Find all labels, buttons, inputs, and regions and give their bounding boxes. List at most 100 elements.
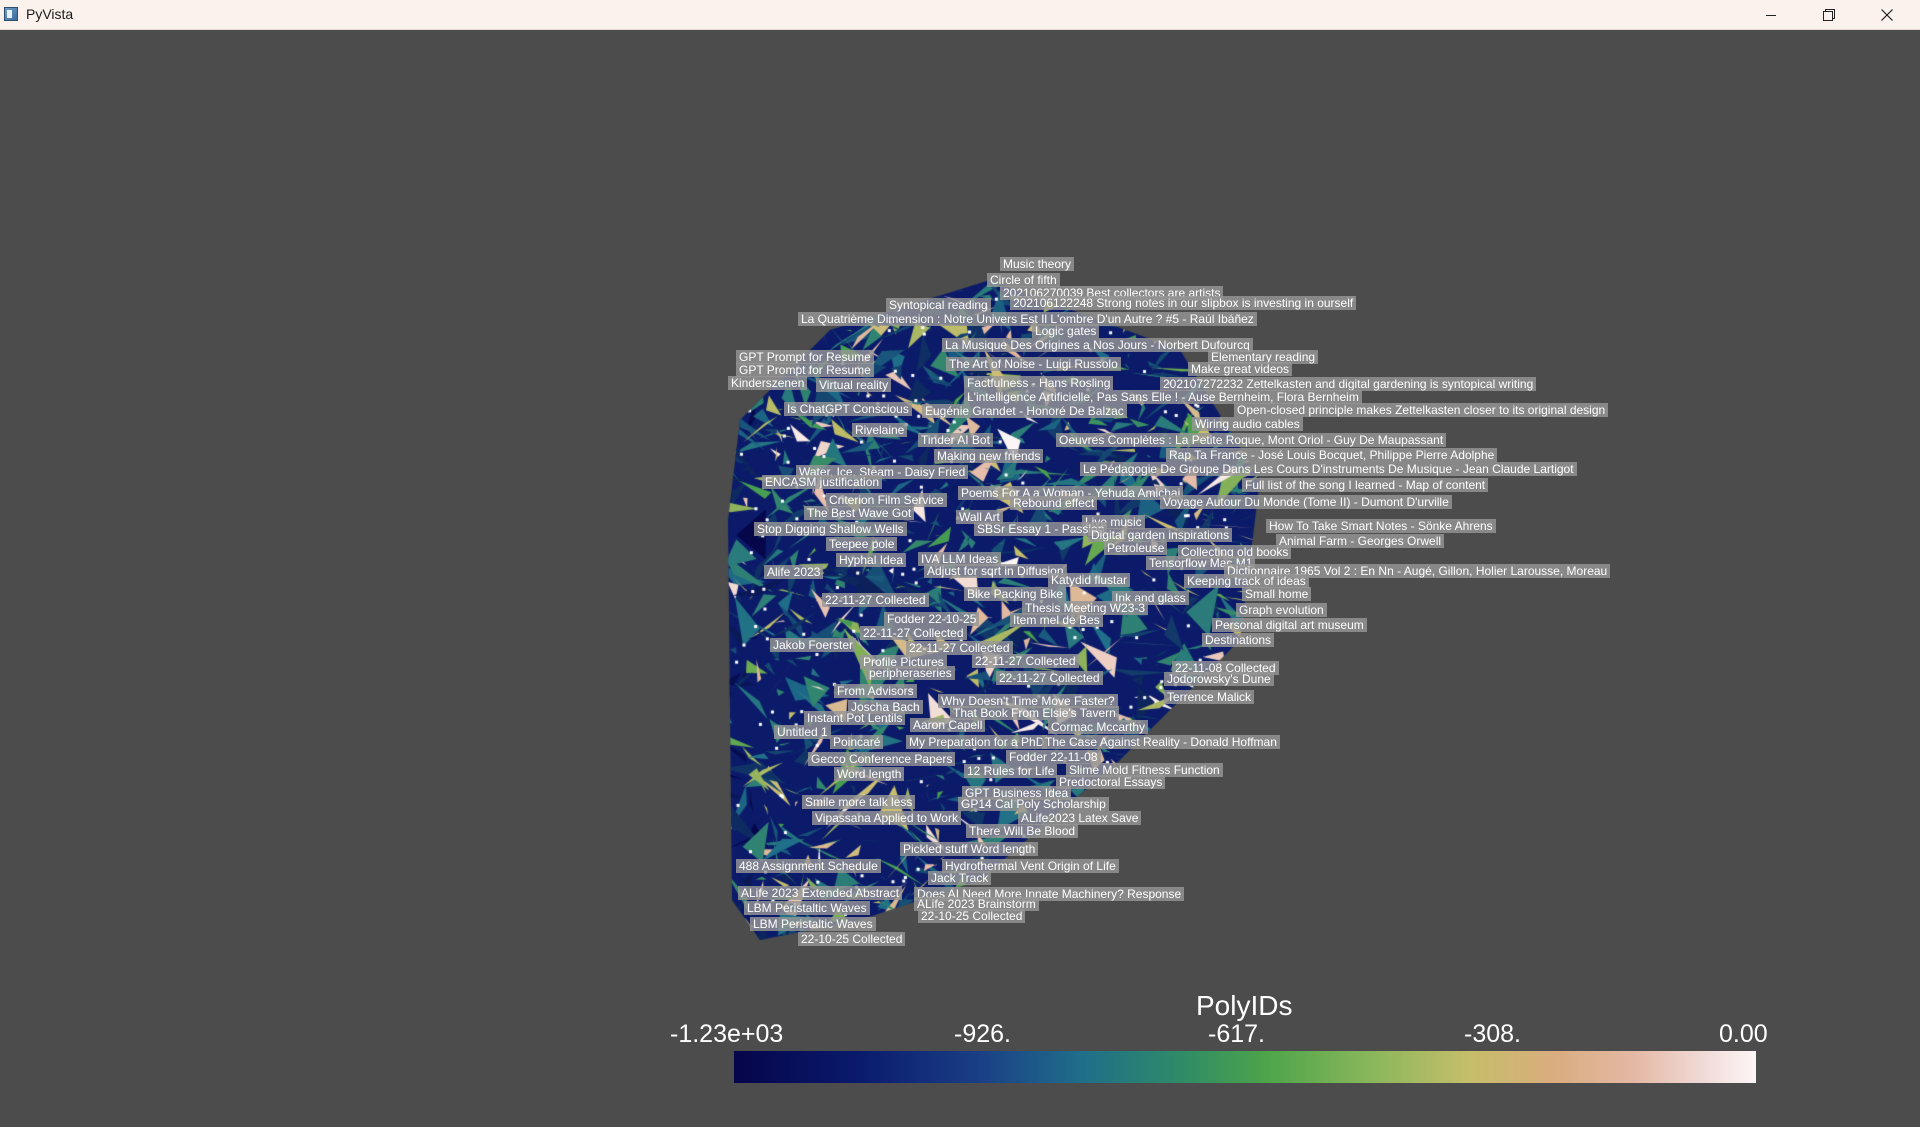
node-label: 488 Assignment Schedule xyxy=(736,859,881,873)
node-label: Jack Track xyxy=(928,871,992,885)
node-label: Keeping track of ideas xyxy=(1184,574,1309,588)
node-label: Hyphal Idea xyxy=(836,553,907,567)
node-label: Factfulness - Hans Rosling xyxy=(964,376,1114,390)
node-label: 22-11-27 Collected xyxy=(972,654,1079,668)
scalar-bar-tick: -926. xyxy=(954,1020,1011,1048)
node-label: From Advisors xyxy=(834,684,917,698)
node-label: ENCASM justification xyxy=(762,475,883,489)
node-label: My Preparation for a PhD xyxy=(906,735,1048,749)
node-label: Oeuvres Complètes : La Petite Roque, Mon… xyxy=(1056,433,1447,447)
node-label: Fodder 22-11-08 xyxy=(1006,750,1101,764)
close-button[interactable] xyxy=(1858,0,1916,29)
scalar-bar-tick: -617. xyxy=(1208,1020,1265,1048)
restore-button[interactable] xyxy=(1800,0,1858,29)
node-label: Destinations xyxy=(1202,633,1275,647)
node-label: There Will Be Blood xyxy=(966,824,1079,838)
node-label: Personal digital art museum xyxy=(1212,618,1367,632)
node-label: Adjust for sqrt in Diffusion xyxy=(924,564,1067,578)
node-label: Teepee pole xyxy=(826,537,898,551)
node-label: L'intelligence Artificielle, Pas Sans El… xyxy=(964,390,1362,404)
node-label: Poincaré xyxy=(830,735,884,749)
node-label: Bike Packing Bike xyxy=(964,587,1067,601)
node-label: 22-11-27 Collected xyxy=(996,671,1103,685)
node-label: GP14 Cal Poly Scholarship xyxy=(958,797,1109,811)
node-label: Pickled stuff Word length xyxy=(900,842,1039,856)
node-label: La Musique Des Origines a Nos Jours - No… xyxy=(942,338,1253,352)
node-label: Rivelaine xyxy=(852,423,908,437)
node-label: 12 Rules for Life xyxy=(964,764,1058,778)
pyvista-app-icon xyxy=(4,7,18,21)
node-label: Jakob Foerster xyxy=(770,638,857,652)
node-label: Predoctoral Essays xyxy=(1056,775,1166,789)
scalar-bar-title: PolyIDs xyxy=(1196,990,1293,1021)
node-label: 202106122248 Strong notes in our slipbox… xyxy=(1010,296,1357,310)
node-label: Smile more talk less xyxy=(802,795,916,809)
mesh-surface[interactable] xyxy=(0,30,1920,1127)
minimize-button[interactable] xyxy=(1742,0,1800,29)
node-label: ALife 2023 Extended Abstract xyxy=(738,886,903,900)
node-label: Gecco Conference Papers xyxy=(808,752,956,766)
node-label: The Art of Noise - Luigi Russolo xyxy=(946,357,1121,371)
node-label: Rebound effect xyxy=(1010,496,1098,510)
node-label: 22-10-25 Collected xyxy=(798,932,906,946)
node-label: GPT Prompt for Resume xyxy=(736,363,874,377)
node-label: LBM Peristaltic Waves xyxy=(750,917,876,931)
node-label: Syntopical reading xyxy=(886,298,991,312)
node-label: 22-11-27 Collected xyxy=(906,641,1013,655)
node-label: Make great videos xyxy=(1188,362,1293,376)
node-label: Rap Ta France - José Louis Bocquet, Phil… xyxy=(1166,448,1498,462)
node-label: Item mel de Bes xyxy=(1010,613,1103,627)
window-titlebar[interactable]: PyVista xyxy=(0,0,1920,30)
window-title: PyVista xyxy=(26,6,74,22)
node-label: Circle of fifth xyxy=(987,273,1060,287)
node-label: GPT Prompt for Resume xyxy=(736,350,874,364)
node-label: 22-11-27 Collected xyxy=(822,593,929,607)
node-label: How To Take Smart Notes - Sönke Ahrens xyxy=(1266,519,1496,533)
node-label: Cormac Mccarthy xyxy=(1048,720,1149,734)
node-label: Untitled 1 xyxy=(774,725,831,739)
node-label: 22-10-25 Collected xyxy=(918,909,1026,923)
node-label: Tinder AI Bot xyxy=(918,433,993,447)
node-label: Logic gates xyxy=(1032,324,1100,338)
node-label: Katydid flustar xyxy=(1048,573,1131,587)
node-label: Music theory xyxy=(1000,257,1075,271)
node-label: peripheraseries xyxy=(866,666,955,680)
render-viewport[interactable] xyxy=(0,30,1920,1127)
node-label: Petroleuse xyxy=(1104,541,1168,555)
node-label: Eugénie Grandet - Honoré De Balzac xyxy=(922,404,1127,418)
node-label: Word length xyxy=(834,767,905,781)
node-label: Terrence Malick xyxy=(1164,690,1255,704)
restore-icon xyxy=(1823,8,1835,21)
node-label: Criterion Film Service xyxy=(826,493,947,507)
node-label: Digital garden inspirations xyxy=(1088,528,1233,542)
node-label: Is ChatGPT Conscious xyxy=(784,402,912,416)
minimize-icon xyxy=(1766,14,1776,16)
node-label: Le Pédagogie De Groupe Dans Les Cours D'… xyxy=(1080,462,1577,476)
node-label: Instant Pot Lentils xyxy=(804,711,906,725)
node-label: Making new friends xyxy=(934,449,1044,463)
node-label: Full list of the song I learned - Map of… xyxy=(1242,478,1489,492)
node-label: LBM Peristaltic Waves xyxy=(744,901,870,915)
node-label: The Best Wave Got xyxy=(804,506,915,520)
scalar-bar-tick: -308. xyxy=(1464,1020,1521,1048)
scalar-bar-tick: -1.23e+03 xyxy=(670,1020,784,1048)
node-label: Open-closed principle makes Zettelkasten… xyxy=(1234,403,1609,417)
close-icon xyxy=(1881,8,1893,21)
node-label: Wiring audio cables xyxy=(1192,417,1303,431)
node-label: La Quatrième Dimension : Notre Univers E… xyxy=(798,312,1257,326)
node-label: Stop Digging Shallow Wells xyxy=(754,522,907,536)
node-label: 202107272232 Zettelkasten and digital ga… xyxy=(1160,377,1537,391)
node-label: Aaron Capell xyxy=(910,718,986,732)
node-label: Virtual reality xyxy=(816,378,892,392)
node-label: Small home xyxy=(1242,587,1312,601)
node-label: Fodder 22-10-25 xyxy=(884,612,980,626)
node-label: Alife 2023 xyxy=(764,565,824,579)
scalar-bar-tick: 0.00 xyxy=(1719,1020,1768,1048)
node-label: Vipassana Applied to Work xyxy=(812,811,961,825)
scalar-bar-colormap xyxy=(734,1051,1756,1083)
node-label: Graph evolution xyxy=(1236,603,1327,617)
node-label: Animal Farm - Georges Orwell xyxy=(1276,534,1445,548)
node-label: Jodorowsky's Dune xyxy=(1164,672,1274,686)
node-label: 22-11-27 Collected xyxy=(860,626,967,640)
node-label: ALife2023 Latex Save xyxy=(1018,811,1142,825)
